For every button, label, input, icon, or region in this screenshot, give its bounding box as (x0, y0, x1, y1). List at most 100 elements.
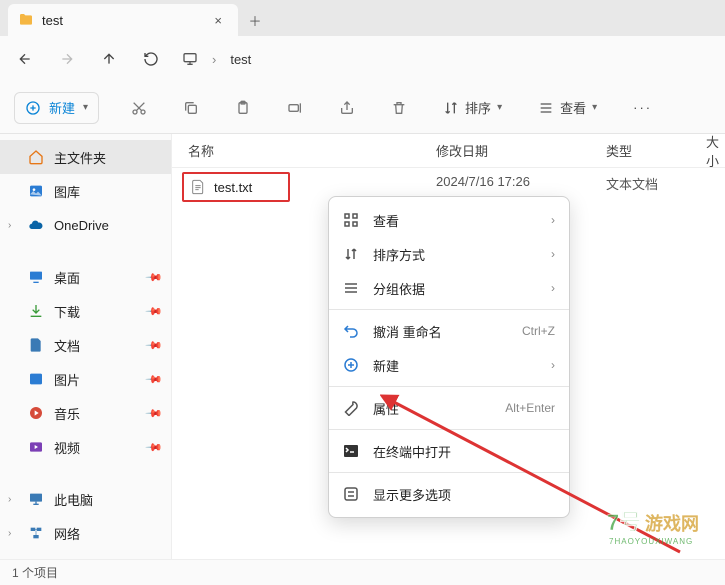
column-date[interactable]: 修改日期 (436, 141, 606, 160)
sort-icon (343, 246, 359, 262)
ctx-label: 查看 (373, 211, 399, 230)
document-icon (28, 337, 44, 353)
refresh-button[interactable] (140, 48, 162, 70)
back-button[interactable] (14, 48, 36, 70)
new-button[interactable]: 新建 ▾ (14, 92, 99, 124)
ctx-shortcut: Ctrl+Z (522, 324, 555, 338)
video-icon (28, 439, 44, 455)
chevron-down-icon: ▾ (83, 102, 88, 113)
wrench-icon (343, 400, 359, 416)
context-menu: 查看 › 排序方式 › 分组依据 › 撤消 重命名 Ctrl+Z 新建 › 属性… (328, 196, 570, 518)
share-button[interactable] (335, 92, 359, 124)
chevron-right-icon: › (212, 52, 216, 67)
sidebar-item-label: 音乐 (54, 404, 80, 423)
column-type[interactable]: 类型 (606, 141, 706, 160)
ctx-properties[interactable]: 属性 Alt+Enter (329, 391, 569, 425)
sidebar-item-downloads[interactable]: 下载 📌 (0, 294, 171, 328)
desktop-icon (28, 269, 44, 285)
sidebar-item-music[interactable]: 音乐 📌 (0, 396, 171, 430)
up-button[interactable] (98, 48, 120, 70)
forward-button[interactable] (56, 48, 78, 70)
sidebar-item-videos[interactable]: 视频 📌 (0, 430, 171, 464)
pin-icon: 📌 (145, 268, 164, 287)
sidebar-item-label: 图库 (54, 182, 80, 201)
home-icon (28, 149, 44, 165)
sidebar-item-desktop[interactable]: 桌面 📌 (0, 260, 171, 294)
sort-button[interactable]: 排序 ▾ (439, 92, 506, 124)
sort-label: 排序 (465, 98, 491, 117)
tab[interactable]: test × (8, 4, 238, 36)
ctx-label: 在终端中打开 (373, 442, 451, 461)
pin-icon: 📌 (145, 438, 164, 457)
cloud-icon (28, 217, 44, 233)
sidebar: 主文件夹 图库 › OneDrive 桌面 📌 下载 📌 文档 📌 (0, 134, 172, 559)
file-row[interactable]: test.txt (182, 172, 290, 202)
sidebar-item-label: 此电脑 (54, 490, 93, 509)
network-icon (28, 525, 44, 541)
tab-bar: test × ＋ (0, 0, 725, 36)
chevron-right-icon: › (551, 358, 555, 372)
ctx-more-options[interactable]: 显示更多选项 (329, 477, 569, 511)
sidebar-item-gallery[interactable]: 图库 (0, 174, 171, 208)
ctx-label: 新建 (373, 356, 399, 375)
sidebar-item-onedrive[interactable]: › OneDrive (0, 208, 171, 242)
svg-text:7HAOYOUXIWANG: 7HAOYOUXIWANG (609, 537, 693, 546)
column-name[interactable]: 名称 (188, 141, 436, 160)
ctx-group[interactable]: 分组依据 › (329, 271, 569, 305)
sidebar-item-label: 桌面 (54, 268, 80, 287)
view-button[interactable]: 查看 ▾ (534, 92, 601, 124)
folder-icon (18, 12, 34, 28)
sidebar-item-home[interactable]: 主文件夹 (0, 140, 171, 174)
sidebar-item-network[interactable]: › 网络 (0, 516, 171, 550)
column-size[interactable]: 大小 (706, 132, 725, 170)
pin-icon: 📌 (145, 302, 164, 321)
new-tab-button[interactable]: ＋ (238, 4, 272, 36)
address-bar: › test (0, 36, 725, 82)
rename-button[interactable] (283, 92, 307, 124)
watermark: 7号 游戏网 7HAOYOUXIWANG (595, 504, 715, 559)
ctx-sort[interactable]: 排序方式 › (329, 237, 569, 271)
ctx-undo[interactable]: 撤消 重命名 Ctrl+Z (329, 314, 569, 348)
more-options-icon (343, 486, 359, 502)
status-text: 1 个项目 (12, 564, 58, 581)
chevron-right-icon: › (8, 220, 11, 231)
more-button[interactable]: ··· (629, 92, 656, 124)
view-label: 查看 (560, 98, 586, 117)
sidebar-item-this-pc[interactable]: › 此电脑 (0, 482, 171, 516)
sidebar-item-label: 主文件夹 (54, 148, 106, 167)
status-bar: 1 个项目 (0, 559, 725, 585)
sidebar-item-label: 文档 (54, 336, 80, 355)
ctx-label: 属性 (373, 399, 399, 418)
sidebar-item-label: OneDrive (54, 218, 109, 233)
chevron-right-icon: › (551, 281, 555, 295)
pin-icon: 📌 (145, 336, 164, 355)
ctx-terminal[interactable]: 在终端中打开 (329, 434, 569, 468)
separator (329, 386, 569, 387)
column-headers[interactable]: 名称 修改日期 类型 大小 (172, 134, 725, 168)
breadcrumb[interactable]: › test (182, 51, 251, 67)
breadcrumb-location: test (230, 52, 251, 67)
cut-button[interactable] (127, 92, 151, 124)
text-file-icon (190, 179, 206, 195)
tab-title: test (42, 13, 63, 28)
ctx-new[interactable]: 新建 › (329, 348, 569, 382)
ctx-view[interactable]: 查看 › (329, 203, 569, 237)
grid-icon (343, 212, 359, 228)
file-name: test.txt (214, 180, 252, 195)
new-button-label: 新建 (49, 98, 75, 117)
sidebar-item-label: 下载 (54, 302, 80, 321)
download-icon (28, 303, 44, 319)
gallery-icon (28, 183, 44, 199)
toolbar: 新建 ▾ 排序 ▾ 查看 ▾ ··· (0, 82, 725, 134)
delete-button[interactable] (387, 92, 411, 124)
ctx-shortcut: Alt+Enter (505, 401, 555, 415)
plus-circle-icon (343, 357, 359, 373)
sidebar-item-documents[interactable]: 文档 📌 (0, 328, 171, 362)
paste-button[interactable] (231, 92, 255, 124)
pin-icon: 📌 (145, 370, 164, 389)
sidebar-item-pictures[interactable]: 图片 📌 (0, 362, 171, 396)
chevron-right-icon: › (551, 213, 555, 227)
group-icon (343, 280, 359, 296)
copy-button[interactable] (179, 92, 203, 124)
tab-close-button[interactable]: × (208, 11, 228, 30)
